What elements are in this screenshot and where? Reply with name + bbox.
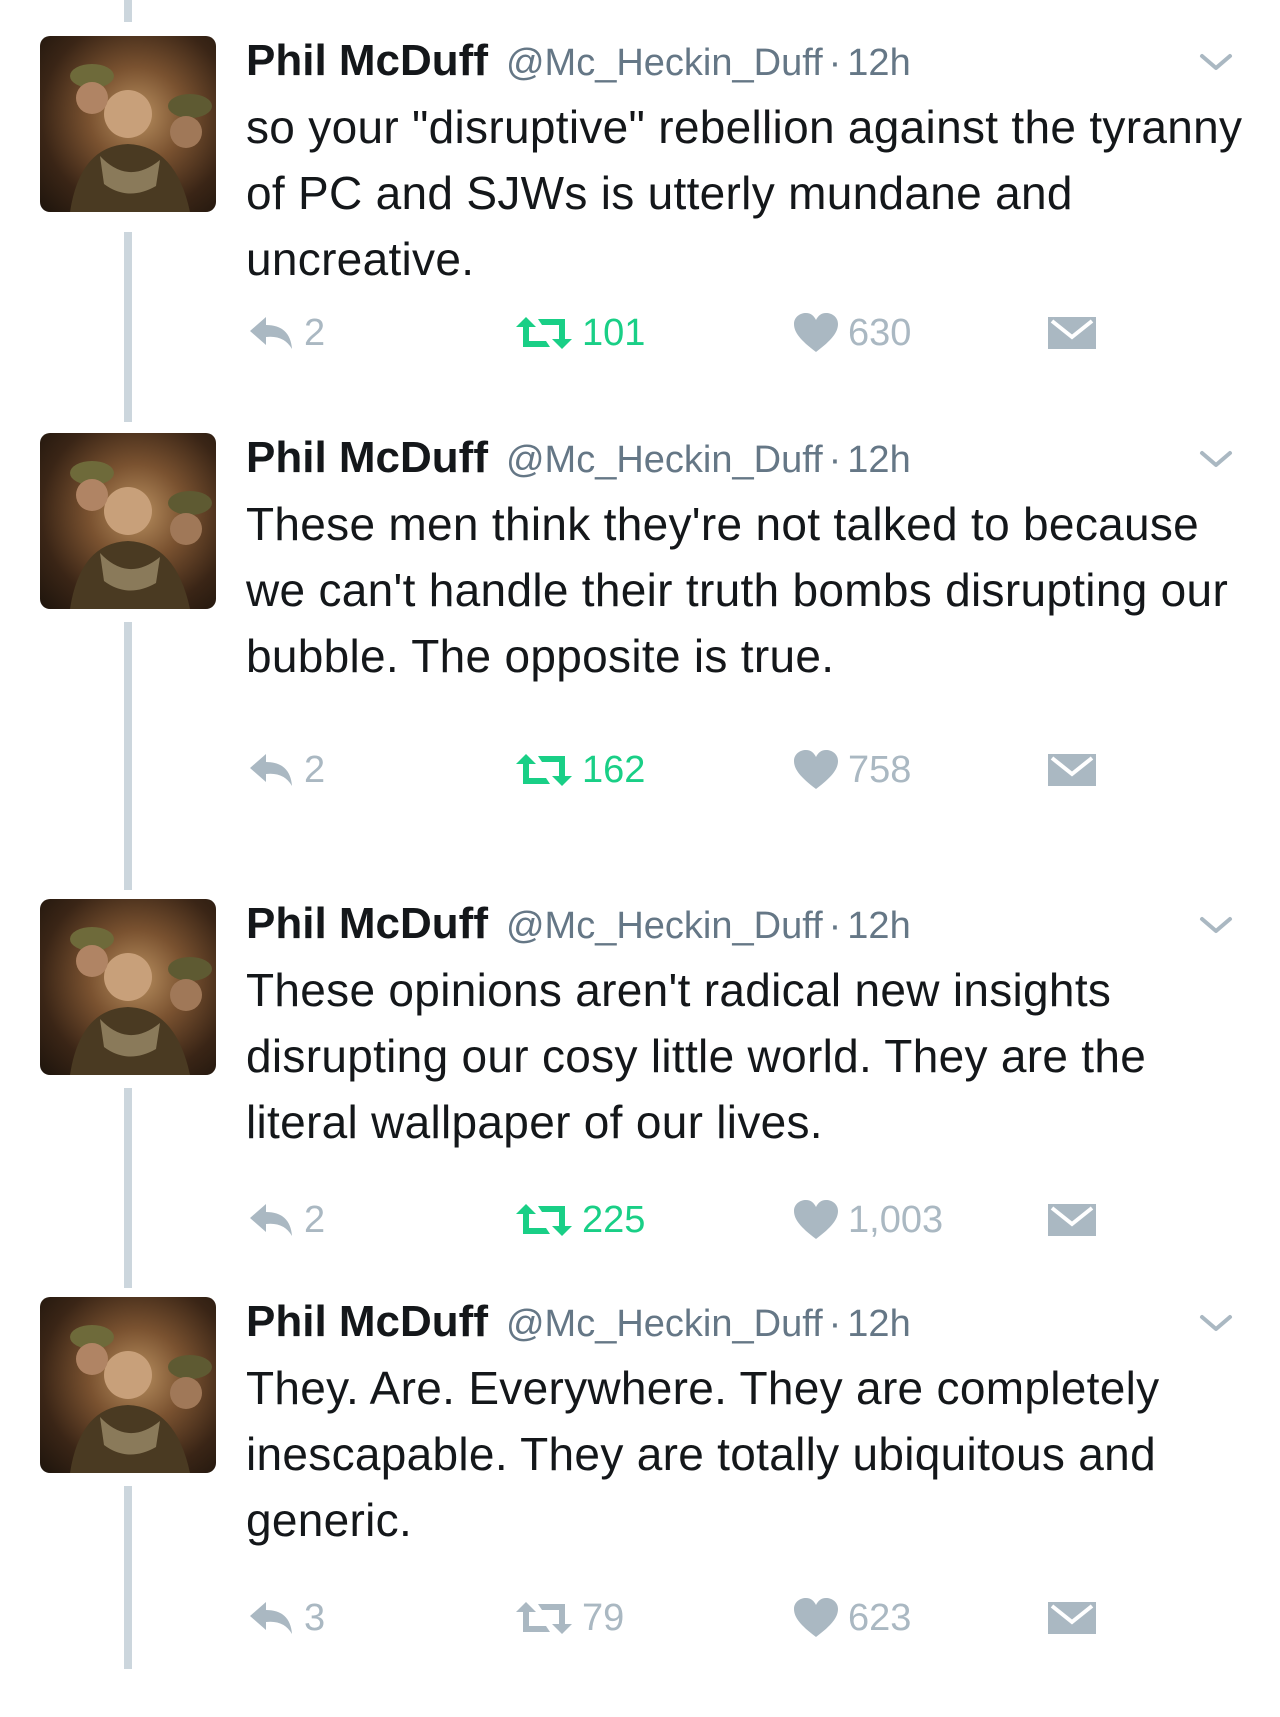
chevron-down-icon[interactable] [1198,50,1234,74]
author-name[interactable]: Phil McDuff [246,899,488,949]
author-handle[interactable]: @Mc_Heckin_Duff [506,1303,823,1346]
author-handle[interactable]: @Mc_Heckin_Duff [506,905,823,948]
tweet-text: These opinions aren't radical new insigh… [246,964,1147,1148]
like-button[interactable]: 630 [792,308,911,358]
timestamp[interactable]: 12h [847,905,910,948]
retweet-icon [516,1204,572,1236]
envelope-icon [1048,1204,1096,1236]
direct-message-button[interactable] [1046,1593,1098,1643]
direct-message-button[interactable] [1046,1195,1098,1245]
retweet-icon [516,1602,572,1634]
thread-line [124,0,132,22]
envelope-icon [1048,1602,1096,1634]
timestamp[interactable]: 12h [847,439,910,482]
retweet-icon [516,317,572,349]
reply-count: 2 [304,1198,326,1241]
heart-icon [794,750,838,789]
direct-message-button[interactable] [1046,308,1098,358]
envelope-icon [1048,317,1096,349]
reply-button[interactable]: 2 [246,308,325,358]
reply-arrow-icon [250,1602,292,1634]
retweet-icon [516,754,572,786]
avatar[interactable] [40,899,216,1075]
reply-arrow-icon [250,1204,292,1236]
tweet-text: so your "disruptive" rebellion against t… [246,101,1243,285]
retweet-count: 79 [582,1596,625,1639]
author-handle[interactable]: @Mc_Heckin_Duff [506,42,823,85]
direct-message-button[interactable] [1046,745,1098,795]
heart-icon [794,313,838,352]
like-count: 1,003 [848,1198,944,1241]
tweet-actions: 3 79 623 [246,1593,1106,1643]
chevron-down-icon[interactable] [1198,447,1234,471]
tweet-actions: 2 162 758 [246,745,1106,795]
author-handle[interactable]: @Mc_Heckin_Duff [506,439,823,482]
timestamp[interactable]: 12h [847,42,910,85]
retweet-count: 162 [582,748,646,791]
separator-dot: · [828,439,842,481]
separator-dot: · [828,905,842,947]
reply-button[interactable]: 2 [246,1195,325,1245]
separator-dot: · [828,1303,842,1345]
tweet[interactable]: Phil McDuff @Mc_Heckin_Duff · 12h so you… [0,36,1280,456]
like-button[interactable]: 758 [792,745,911,795]
tweet-header: Phil McDuff @Mc_Heckin_Duff · 12h [246,1297,911,1353]
tweet[interactable]: Phil McDuff @Mc_Heckin_Duff · 12h These … [0,433,1280,853]
reply-button[interactable]: 2 [246,745,325,795]
reply-arrow-icon [250,754,292,786]
timestamp[interactable]: 12h [847,1303,910,1346]
avatar-image [70,461,212,609]
reply-button[interactable]: 3 [246,1593,325,1643]
retweet-count: 101 [582,311,646,354]
chevron-down-icon[interactable] [1198,913,1234,937]
heart-icon [794,1200,838,1239]
like-count: 630 [848,311,912,354]
avatar-image [70,1325,212,1473]
retweet-button[interactable]: 101 [514,308,645,358]
retweet-count: 225 [582,1198,646,1241]
tweet-text: They. Are. Everywhere. They are complete… [246,1362,1160,1546]
author-name[interactable]: Phil McDuff [246,36,488,86]
separator-dot: · [828,42,842,84]
like-button[interactable]: 623 [792,1593,911,1643]
retweet-button[interactable]: 162 [514,745,645,795]
chevron-down-icon[interactable] [1198,1311,1234,1335]
avatar[interactable] [40,433,216,609]
like-count: 758 [848,748,912,791]
reply-count: 2 [304,748,326,791]
retweet-button[interactable]: 79 [514,1593,624,1643]
tweet-actions: 2 225 1,003 [246,1195,1106,1245]
avatar-image [70,927,212,1075]
reply-count: 2 [304,311,326,354]
tweet-header: Phil McDuff @Mc_Heckin_Duff · 12h [246,433,911,489]
avatar[interactable] [40,1297,216,1473]
tweet-header: Phil McDuff @Mc_Heckin_Duff · 12h [246,36,911,92]
envelope-icon [1048,754,1096,786]
reply-count: 3 [304,1596,326,1639]
tweet-actions: 2 101 630 [246,308,1106,358]
like-button[interactable]: 1,003 [792,1195,943,1245]
tweet-thread: Phil McDuff @Mc_Heckin_Duff · 12h so you… [0,0,1280,1669]
tweet-header: Phil McDuff @Mc_Heckin_Duff · 12h [246,899,911,955]
retweet-button[interactable]: 225 [514,1195,645,1245]
tweet[interactable]: Phil McDuff @Mc_Heckin_Duff · 12h These … [0,899,1280,1319]
avatar[interactable] [40,36,216,212]
reply-arrow-icon [250,317,292,349]
heart-icon [794,1598,838,1637]
avatar-image [70,64,212,212]
tweet[interactable]: Phil McDuff @Mc_Heckin_Duff · 12h They. … [0,1297,1280,1717]
like-count: 623 [848,1596,912,1639]
author-name[interactable]: Phil McDuff [246,433,488,483]
tweet-text: These men think they're not talked to be… [246,498,1229,682]
author-name[interactable]: Phil McDuff [246,1297,488,1347]
